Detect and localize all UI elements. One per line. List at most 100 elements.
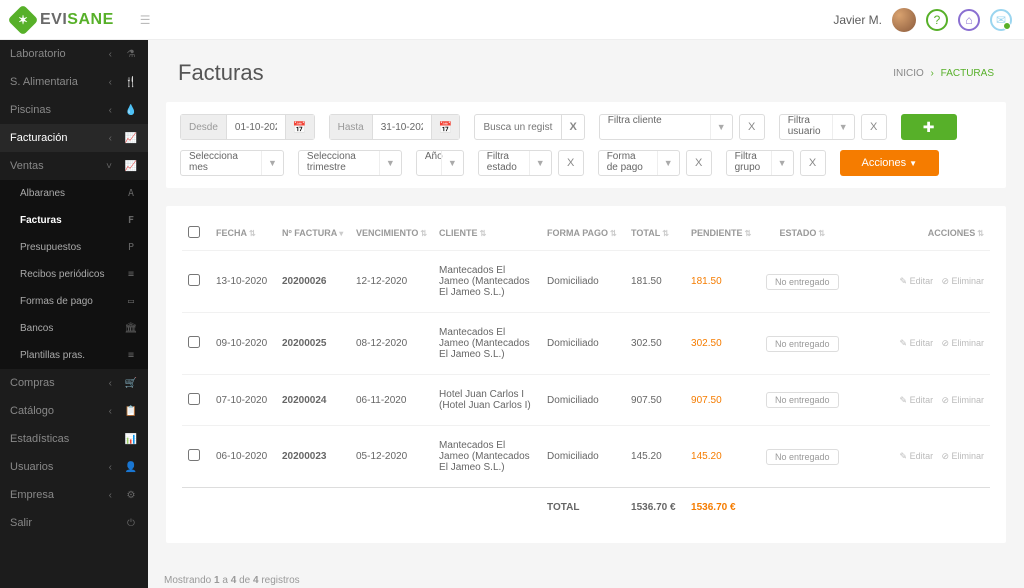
calendar-icon[interactable]: 📅 [431, 115, 460, 139]
sidebar-subitem-presupuestos[interactable]: PresupuestosP [0, 234, 148, 261]
sidebar-item-salir[interactable]: Salir⏻ [0, 509, 148, 537]
filter-panel: Desde 📅 Hasta 📅 X Filtra cliente ▼ X [166, 102, 1006, 188]
chevron-down-icon: ▼ [832, 115, 854, 139]
invoices-table-panel: FECHA⇅ Nº FACTURA▾ VENCIMIENTO⇅ CLIENTE⇅… [166, 206, 1006, 543]
table-row[interactable]: 09-10-2020 20200025 08-12-2020 Mantecado… [182, 313, 990, 375]
clear-payment-icon[interactable]: X [686, 150, 712, 176]
sidebar-subitem-formasdepago[interactable]: Formas de pago▭ [0, 288, 148, 315]
table-row[interactable]: 13-10-2020 20200026 12-12-2020 Mantecado… [182, 251, 990, 313]
col-fp[interactable]: FORMA PAGO [547, 228, 608, 238]
topbar-right: Javier M. ? ⌂ ✉ [833, 8, 1012, 32]
clear-search-icon[interactable]: X [561, 115, 583, 139]
help-icon[interactable]: ? [926, 9, 948, 31]
table-row[interactable]: 07-10-2020 20200024 06-11-2020 Hotel Jua… [182, 375, 990, 426]
delete-button[interactable]: ⊘ Eliminar [941, 395, 984, 406]
sidebar-item-ventas[interactable]: Ventas˅📈 [0, 152, 148, 180]
sidebar-item-facturacin[interactable]: Facturación‹📈 [0, 124, 148, 152]
cell-pending: 907.50 [685, 375, 757, 426]
filter-payment[interactable]: Forma de pago ▼ [598, 150, 680, 176]
filter-quarter[interactable]: Selecciona trimestre ▼ [298, 150, 402, 176]
col-num[interactable]: Nº FACTURA [282, 228, 337, 238]
cell-num: 20200024 [276, 375, 350, 426]
chevron-icon: ‹ [109, 133, 112, 144]
filter-user[interactable]: Filtra usuario ▼ [779, 114, 855, 140]
cell-cliente: Mantecados El Jameo (Mantecados El Jameo… [433, 313, 541, 375]
col-fecha[interactable]: FECHA [216, 228, 247, 238]
edit-button[interactable]: ✎ Editar [900, 395, 934, 406]
total-label: TOTAL [541, 488, 625, 528]
user-name[interactable]: Javier M. [833, 13, 882, 27]
sidebar-item-label: Salir [10, 517, 32, 529]
sidebar-subitem-label: Recibos periódicos [20, 269, 105, 280]
edit-button[interactable]: ✎ Editar [900, 451, 934, 462]
table-row[interactable]: 06-10-2020 20200023 05-12-2020 Mantecado… [182, 426, 990, 488]
chat-icon[interactable]: ✉ [990, 9, 1012, 31]
sidebar-item-piscinas[interactable]: Piscinas‹💧 [0, 96, 148, 124]
sidebar-item-label: Catálogo [10, 405, 54, 417]
cell-fecha: 06-10-2020 [210, 426, 276, 488]
edit-button[interactable]: ✎ Editar [900, 338, 934, 349]
edit-button[interactable]: ✎ Editar [900, 276, 934, 287]
sidebar-item-empresa[interactable]: Empresa‹⚙ [0, 481, 148, 509]
cell-total: 302.50 [625, 313, 685, 375]
logo[interactable]: ✶ EVISANE ☰ [12, 9, 151, 31]
sidebar-subitem-bancos[interactable]: Bancos🏛 [0, 315, 148, 342]
filter-quarter-label: Selecciona trimestre [299, 151, 379, 175]
home-icon[interactable]: ⌂ [958, 9, 980, 31]
sidebar-subitem-albaranes[interactable]: AlbaranesA [0, 180, 148, 207]
row-checkbox[interactable] [188, 449, 200, 461]
cell-total: 145.20 [625, 426, 685, 488]
date-to-label: Hasta [330, 115, 373, 139]
sidebar-item-catlogo[interactable]: Catálogo‹📋 [0, 397, 148, 425]
sidebar-item-compras[interactable]: Compras‹🛒 [0, 369, 148, 397]
col-cliente[interactable]: CLIENTE [439, 228, 478, 238]
delete-button[interactable]: ⊘ Eliminar [941, 338, 984, 349]
select-all-checkbox[interactable] [188, 226, 200, 238]
search-input[interactable] [475, 115, 561, 139]
filter-group[interactable]: Filtra grupo ▼ [726, 150, 794, 176]
col-venc[interactable]: VENCIMIENTO [356, 228, 418, 238]
sidebar-item-usuarios[interactable]: Usuarios‹👤 [0, 453, 148, 481]
cell-fecha: 09-10-2020 [210, 313, 276, 375]
filter-client[interactable]: Filtra cliente ▼ [599, 114, 733, 140]
filter-year[interactable]: Año ▼ [416, 150, 464, 176]
delete-button[interactable]: ⊘ Eliminar [941, 451, 984, 462]
actions-button[interactable]: Acciones▼ [840, 150, 940, 176]
sidebar-subitem-recibosperidicos[interactable]: Recibos periódicos≡ [0, 261, 148, 288]
brand-left: EVI [40, 11, 67, 28]
col-estado[interactable]: ESTADO [779, 228, 816, 238]
clear-client-icon[interactable]: X [739, 114, 765, 140]
date-from-input[interactable] [227, 115, 285, 139]
hamburger-icon[interactable]: ☰ [140, 13, 151, 27]
add-button[interactable]: ✚ [901, 114, 957, 140]
cell-num: 20200026 [276, 251, 350, 313]
row-checkbox[interactable] [188, 274, 200, 286]
sidebar-item-estadsticas[interactable]: Estadísticas📊 [0, 425, 148, 453]
sidebar-subitem-facturas[interactable]: FacturasF [0, 207, 148, 234]
avatar[interactable] [892, 8, 916, 32]
filter-payment-label: Forma de pago [599, 151, 657, 175]
col-pend[interactable]: PENDIENTE [691, 228, 743, 238]
sidebar-item-salimentaria[interactable]: S. Alimentaria‹🍴 [0, 68, 148, 96]
filter-month[interactable]: Selecciona mes ▼ [180, 150, 284, 176]
filter-status[interactable]: Filtra estado ▼ [478, 150, 552, 176]
badge-icon: ≡ [124, 350, 138, 361]
col-total[interactable]: TOTAL [631, 228, 660, 238]
row-checkbox[interactable] [188, 336, 200, 348]
clear-status-icon[interactable]: X [558, 150, 584, 176]
status-badge: No entregado [766, 274, 839, 290]
calendar-icon[interactable]: 📅 [285, 115, 314, 139]
sidebar-subitem-plantillaspras[interactable]: Plantillas pras.≡ [0, 342, 148, 369]
chevron-icon: ‹ [109, 49, 112, 60]
clear-group-icon[interactable]: X [800, 150, 826, 176]
delete-button[interactable]: ⊘ Eliminar [941, 276, 984, 287]
sidebar-item-label: Piscinas [10, 104, 51, 116]
sidebar-item-label: S. Alimentaria [10, 76, 78, 88]
sidebar-item-laboratorio[interactable]: Laboratorio‹⚗ [0, 40, 148, 68]
row-checkbox[interactable] [188, 393, 200, 405]
clear-user-icon[interactable]: X [861, 114, 887, 140]
brand-text: EVISANE [40, 11, 114, 29]
cell-pending: 145.20 [685, 426, 757, 488]
date-to-input[interactable] [373, 115, 431, 139]
breadcrumb-home[interactable]: INICIO [893, 68, 924, 79]
